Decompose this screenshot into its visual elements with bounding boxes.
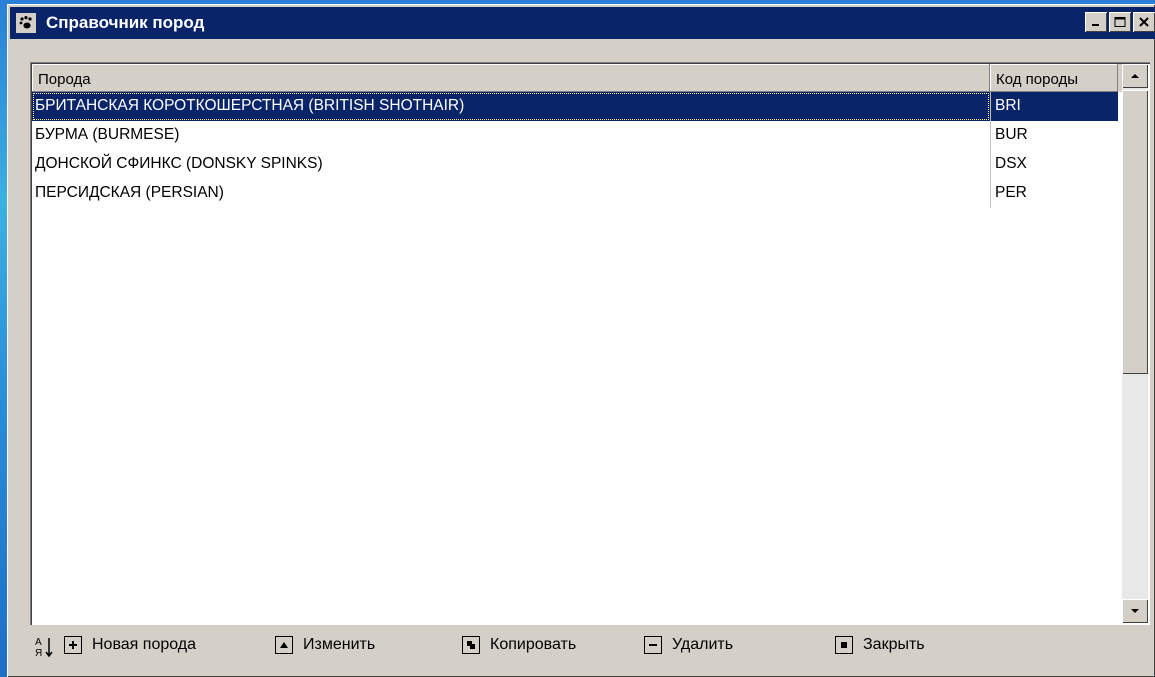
code-cell[interactable]: BRI	[990, 92, 1118, 121]
code-cell[interactable]: PER	[990, 179, 1118, 208]
edit-label: Изменить	[303, 636, 376, 653]
breed-cell[interactable]: ДОНСКОЙ СФИНКС (DONSKY SPINKS)	[32, 150, 990, 179]
plus-icon	[64, 636, 82, 654]
close-window-button[interactable]	[1133, 12, 1155, 32]
copy-button[interactable]: Копировать	[462, 636, 576, 654]
scroll-down-button[interactable]	[1122, 599, 1148, 623]
delete-label: Удалить	[672, 636, 734, 653]
paw-icon	[16, 13, 36, 33]
code-cell[interactable]: BUR	[990, 121, 1118, 150]
breeds-grid[interactable]: Порода Код породы БРИТАНСКАЯ КОРОТКОШЕРС…	[30, 62, 1150, 625]
breed-cell[interactable]: ПЕРСИДСКАЯ (PERSIAN)	[32, 179, 990, 208]
stop-icon	[835, 636, 853, 654]
maximize-button[interactable]	[1109, 12, 1131, 32]
delete-button[interactable]: Удалить	[644, 636, 733, 654]
minimize-button[interactable]	[1085, 12, 1107, 32]
svg-text:Я: Я	[35, 648, 42, 659]
arrow-down-icon	[1131, 609, 1139, 613]
grid-header: Порода Код породы	[32, 64, 1122, 92]
scroll-thumb[interactable]	[1122, 90, 1148, 374]
edit-button[interactable]: Изменить	[275, 636, 375, 654]
table-row[interactable]: БУРМА (BURMESE) BUR	[32, 121, 1122, 150]
bottom-toolbar: А Я Новая порода Изменить Копировать Уда…	[32, 632, 1155, 662]
sort-az-icon[interactable]: А Я	[34, 635, 54, 661]
close-label: Закрыть	[863, 636, 925, 653]
window-title: Справочник пород	[46, 13, 205, 32]
minimize-icon	[1092, 24, 1099, 26]
scroll-up-button[interactable]	[1122, 64, 1148, 88]
column-header-breed[interactable]: Порода	[32, 64, 990, 92]
maximize-icon	[1114, 17, 1126, 27]
minus-icon	[644, 636, 662, 654]
close-icon	[1139, 17, 1149, 27]
breed-cell[interactable]: БУРМА (BURMESE)	[32, 121, 990, 150]
code-cell[interactable]: DSX	[990, 150, 1118, 179]
table-row[interactable]: ДОНСКОЙ СФИНКС (DONSKY SPINKS) DSX	[32, 150, 1122, 179]
grid-rows: БРИТАНСКАЯ КОРОТКОШЕРСТНАЯ (BRITISH SHOT…	[32, 92, 1122, 208]
triangle-up-icon	[275, 636, 293, 654]
breed-cell[interactable]: БРИТАНСКАЯ КОРОТКОШЕРСТНАЯ (BRITISH SHOT…	[32, 92, 990, 121]
copy-icon	[462, 636, 480, 654]
title-bar[interactable]: Справочник пород	[10, 7, 1155, 39]
new-breed-button[interactable]: Новая порода	[64, 636, 196, 654]
close-button[interactable]: Закрыть	[835, 636, 925, 654]
new-breed-label: Новая порода	[92, 636, 197, 653]
arrow-up-icon	[1131, 74, 1139, 78]
breeds-window: Справочник пород Порода Код породы БРИТА…	[7, 4, 1155, 677]
vertical-scrollbar[interactable]	[1122, 64, 1148, 623]
copy-label: Копировать	[490, 636, 577, 653]
svg-text:А: А	[35, 637, 42, 648]
table-row[interactable]: БРИТАНСКАЯ КОРОТКОШЕРСТНАЯ (BRITISH SHOT…	[32, 92, 1122, 121]
table-row[interactable]: ПЕРСИДСКАЯ (PERSIAN) PER	[32, 179, 1122, 208]
column-header-code[interactable]: Код породы	[990, 64, 1118, 92]
